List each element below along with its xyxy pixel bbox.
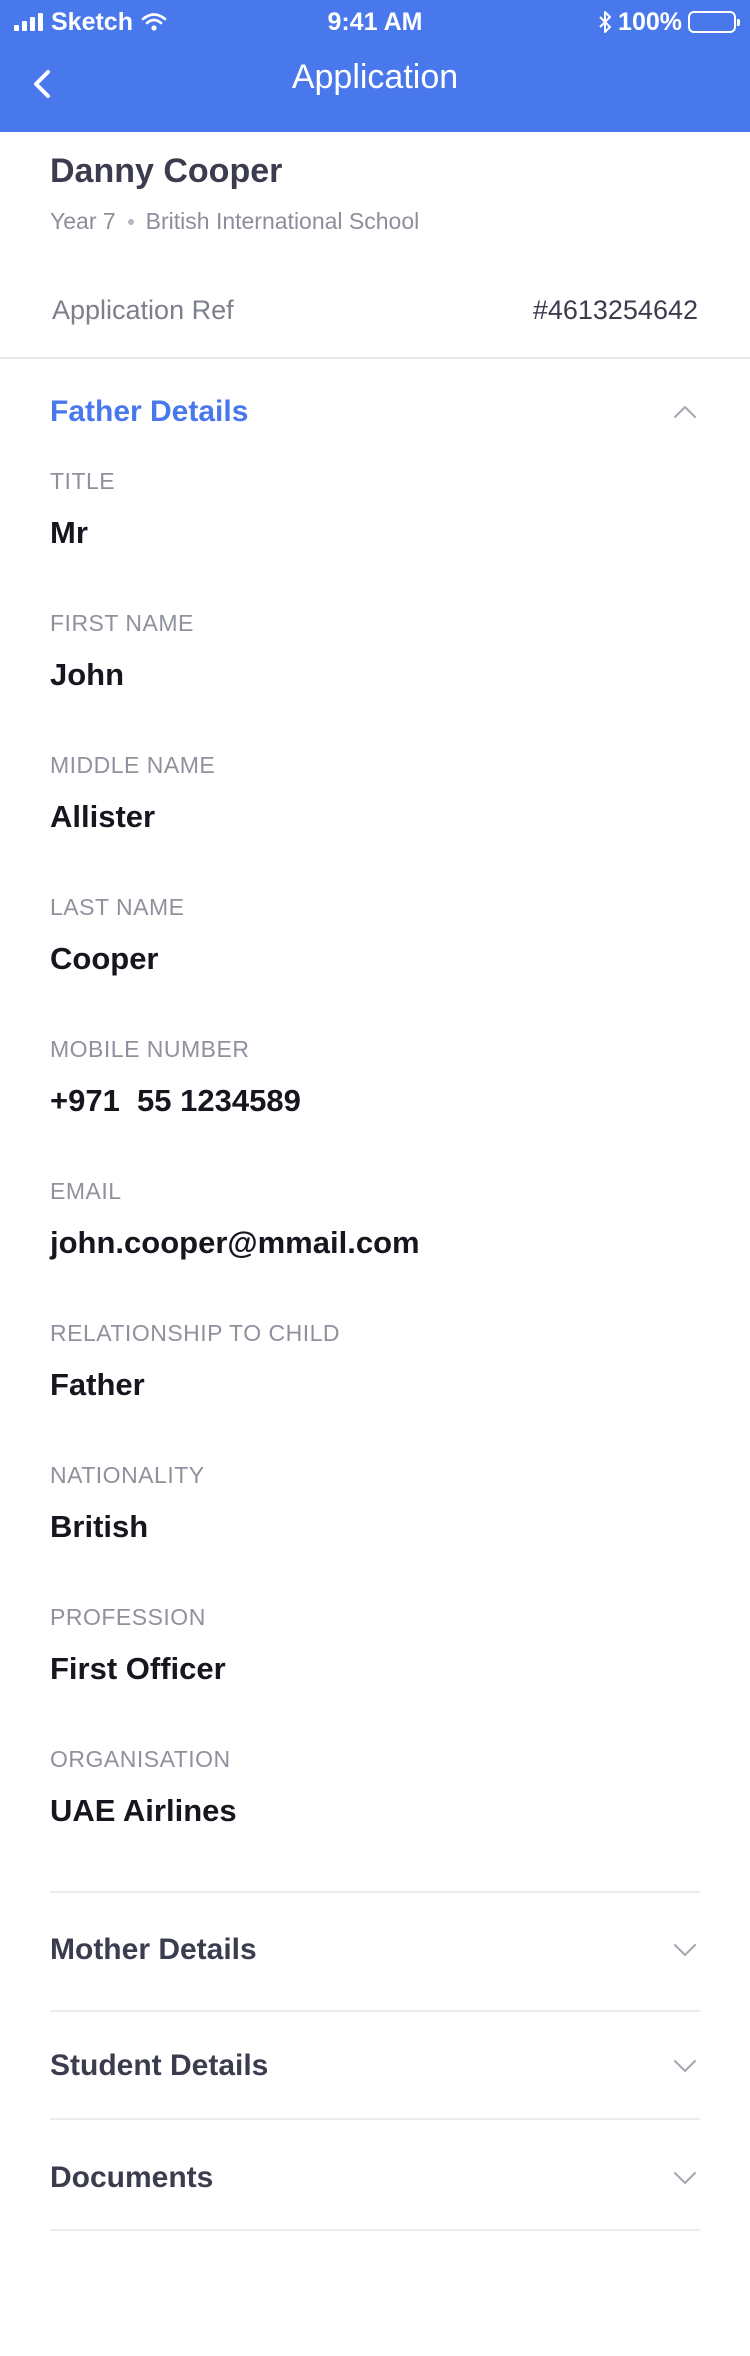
chevron-down-icon bbox=[674, 2172, 696, 2184]
status-right: 100% bbox=[598, 7, 740, 36]
application-ref-label: Application Ref bbox=[52, 294, 234, 325]
battery-percent: 100% bbox=[618, 7, 682, 36]
student-year: Year 7 bbox=[50, 208, 116, 234]
section-documents-header[interactable]: Documents bbox=[50, 2156, 700, 2200]
student-meta: Year 7 British International School bbox=[50, 208, 419, 235]
field-label: PROFESSION bbox=[50, 1604, 206, 1630]
field-profession: PROFESSION First Officer bbox=[50, 1604, 700, 1687]
separator-dot bbox=[127, 218, 134, 225]
field-value: +971 55 1234589 bbox=[50, 1083, 301, 1118]
field-value: Father bbox=[50, 1367, 145, 1402]
divider bbox=[50, 2118, 700, 2120]
field-organisation: ORGANISATION UAE Airlines bbox=[50, 1746, 700, 1829]
chevron-down-icon bbox=[674, 1944, 696, 1956]
field-label: MIDDLE NAME bbox=[50, 752, 216, 778]
field-mobile-number: MOBILE NUMBER +971 55 1234589 bbox=[50, 1036, 700, 1119]
field-label: MOBILE NUMBER bbox=[50, 1036, 250, 1062]
chevron-up-icon bbox=[674, 406, 696, 418]
field-label: LAST NAME bbox=[50, 894, 185, 920]
field-value: First Officer bbox=[50, 1651, 226, 1686]
field-label: EMAIL bbox=[50, 1178, 122, 1204]
field-nationality: NATIONALITY British bbox=[50, 1462, 700, 1545]
field-label: NATIONALITY bbox=[50, 1462, 205, 1488]
section-student-title: Student Details bbox=[50, 2049, 269, 2082]
field-value: john.cooper@mmail.com bbox=[50, 1225, 420, 1260]
application-ref-row: Application Ref #4613254642 bbox=[52, 290, 698, 330]
chevron-down-icon bbox=[674, 2060, 696, 2072]
field-email: EMAIL john.cooper@mmail.com bbox=[50, 1178, 700, 1261]
status-bar: Sketch 9:41 AM 100% bbox=[0, 0, 750, 44]
field-label: FIRST NAME bbox=[50, 610, 194, 636]
field-first-name: FIRST NAME John bbox=[50, 610, 700, 693]
field-middle-name: MIDDLE NAME Allister bbox=[50, 752, 700, 835]
field-title: TITLE Mr bbox=[50, 468, 700, 551]
app-header: Sketch 9:41 AM 100% Application bbox=[0, 0, 750, 132]
field-value: Mr bbox=[50, 515, 88, 550]
field-value: John bbox=[50, 657, 125, 692]
battery-icon bbox=[688, 11, 740, 33]
bluetooth-icon bbox=[599, 11, 612, 33]
divider bbox=[0, 357, 750, 359]
field-last-name: LAST NAME Cooper bbox=[50, 894, 700, 977]
field-value: British bbox=[50, 1509, 149, 1544]
field-value: Cooper bbox=[50, 941, 159, 976]
section-student-header[interactable]: Student Details bbox=[50, 2044, 700, 2088]
application-ref-value: #4613254642 bbox=[532, 294, 698, 325]
field-label: RELATIONSHIP TO CHILD bbox=[50, 1320, 340, 1346]
field-value: UAE Airlines bbox=[50, 1793, 237, 1828]
divider bbox=[50, 2229, 700, 2231]
field-label: TITLE bbox=[50, 468, 116, 494]
student-school: British International School bbox=[145, 208, 420, 234]
field-relationship: RELATIONSHIP TO CHILD Father bbox=[50, 1320, 700, 1403]
section-documents-title: Documents bbox=[50, 2161, 214, 2194]
divider bbox=[50, 1891, 700, 1893]
student-name: Danny Cooper bbox=[50, 152, 283, 190]
section-mother-title: Mother Details bbox=[50, 1933, 257, 1966]
field-value: Allister bbox=[50, 799, 156, 834]
section-father-title: Father Details bbox=[50, 395, 249, 428]
field-label: ORGANISATION bbox=[50, 1746, 231, 1772]
page-title: Application bbox=[291, 58, 459, 96]
section-mother-header[interactable]: Mother Details bbox=[50, 1928, 700, 1972]
divider bbox=[50, 2010, 700, 2012]
section-father-header[interactable]: Father Details bbox=[50, 390, 700, 434]
